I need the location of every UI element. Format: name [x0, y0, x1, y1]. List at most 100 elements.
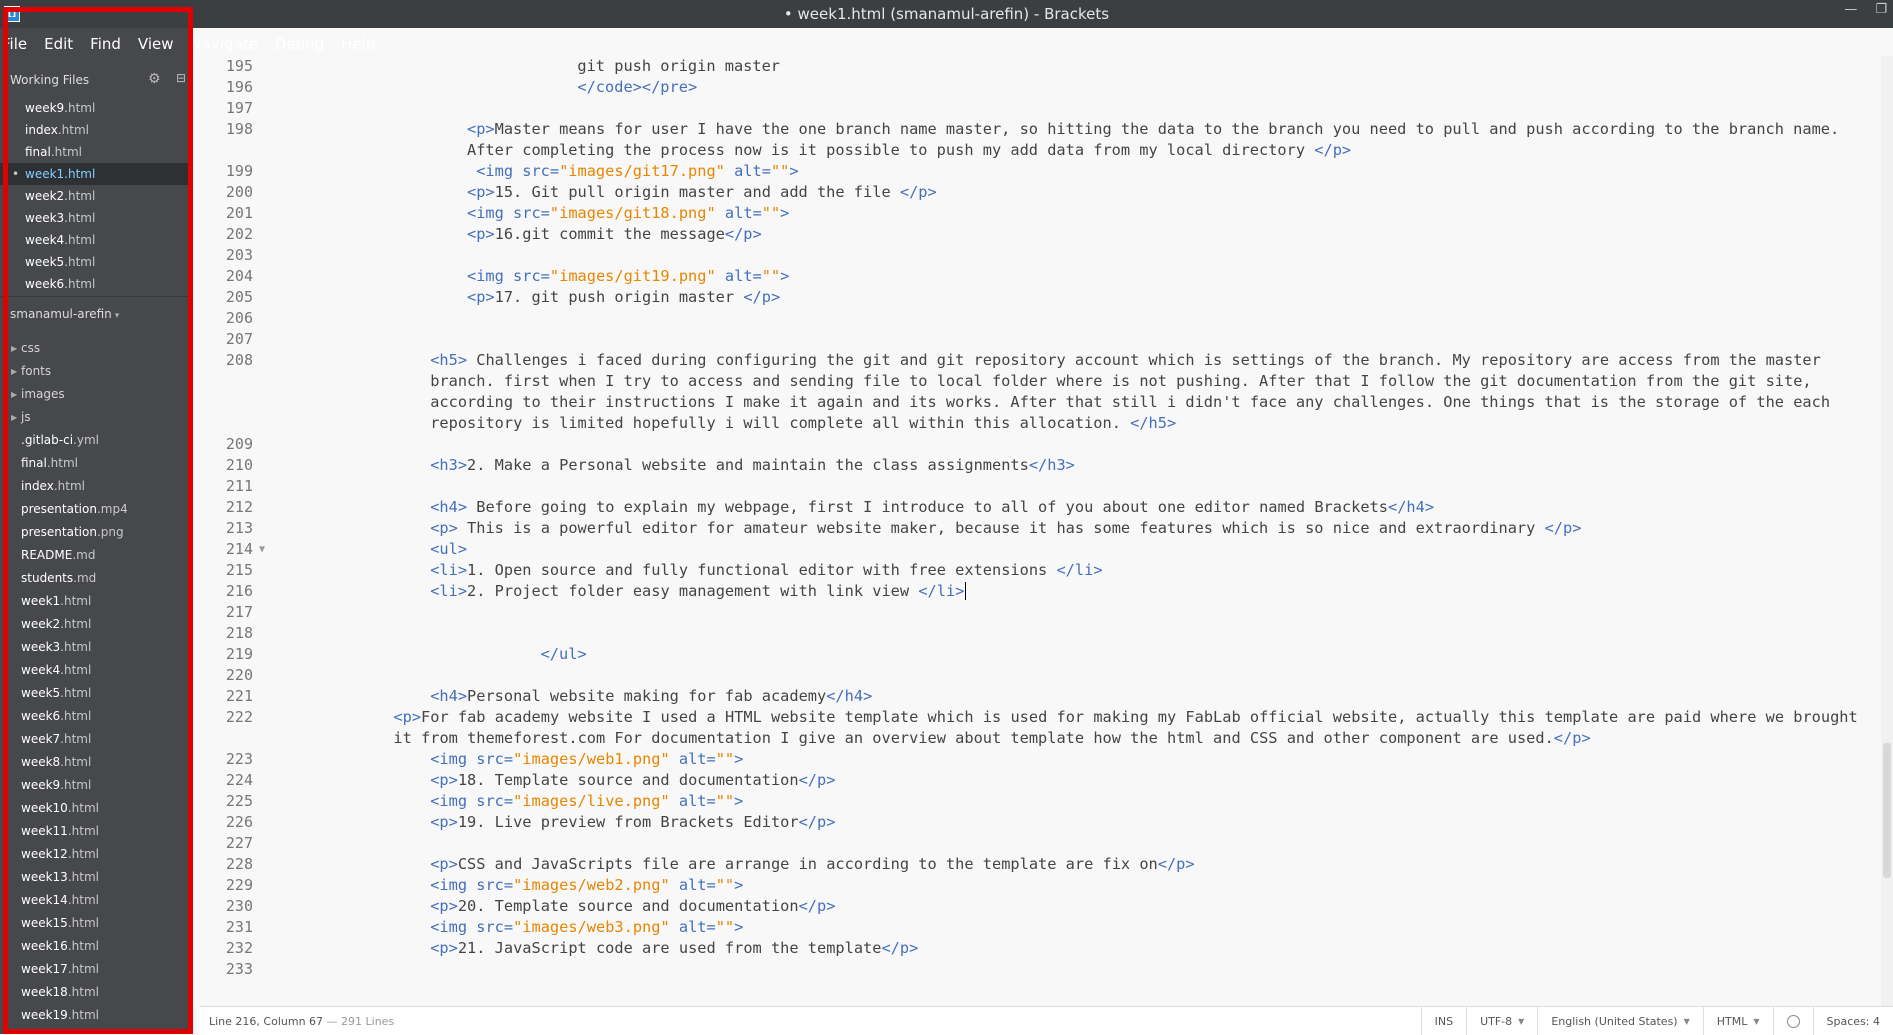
line-number[interactable]: 198 — [199, 119, 253, 140]
tree-file[interactable]: final.html — [0, 452, 193, 475]
code-line[interactable]: 230 <p>20. Template source and documentat… — [199, 896, 1879, 917]
line-number[interactable]: 215 — [199, 560, 253, 581]
code-line[interactable]: 195 git push origin master — [199, 56, 1879, 77]
line-number[interactable]: 195 — [199, 56, 253, 77]
editor-scrollbar[interactable] — [1881, 56, 1893, 1006]
tree-folder[interactable]: ▶ fonts — [0, 360, 193, 383]
working-file-item[interactable]: final.html — [0, 141, 193, 163]
line-number[interactable]: 211 — [199, 476, 253, 497]
code-line[interactable]: 223 <img src="images/web1.png" alt=""> — [199, 749, 1879, 770]
line-number[interactable]: 229 — [199, 875, 253, 896]
tree-file[interactable]: week4.html — [0, 659, 193, 682]
tree-file[interactable]: week1.html — [0, 590, 193, 613]
code-line[interactable]: 198 <p>Master means for user I have the o… — [199, 119, 1879, 161]
code-line[interactable]: 213 <p> This is a powerful editor for ama… — [199, 518, 1879, 539]
code-line[interactable]: 201 <img src="images/git18.png" alt=""> — [199, 203, 1879, 224]
insert-mode-indicator[interactable]: INS — [1420, 1007, 1466, 1035]
line-number[interactable]: 228 — [199, 854, 253, 875]
cursor-position[interactable]: Line 216, Column 67 — 291 Lines — [209, 1015, 394, 1028]
line-number[interactable]: 218 — [199, 623, 253, 644]
chevron-right-icon[interactable]: ▶ — [11, 337, 17, 360]
code-line[interactable]: 232 <p>21. JavaScript code are used from … — [199, 938, 1879, 959]
working-file-item[interactable]: index.html — [0, 119, 193, 141]
tree-file[interactable]: week6.html — [0, 705, 193, 728]
line-number[interactable]: 227 — [199, 833, 253, 854]
line-number[interactable]: 210 — [199, 455, 253, 476]
working-file-item[interactable]: week5.html — [0, 251, 193, 273]
code-line[interactable]: 217 — [199, 602, 1879, 623]
line-number[interactable]: 201 — [199, 203, 253, 224]
line-number[interactable]: 205 — [199, 287, 253, 308]
code-line[interactable]: 215 <li>1. Open source and fully function… — [199, 560, 1879, 581]
chevron-right-icon[interactable]: ▶ — [11, 406, 17, 429]
working-file-item[interactable]: week4.html — [0, 229, 193, 251]
code-line[interactable]: 207 — [199, 329, 1879, 350]
menu-view[interactable]: View — [129, 35, 182, 53]
code-line[interactable]: 196 </code></pre> — [199, 77, 1879, 98]
working-file-item[interactable]: week1.html — [0, 163, 193, 185]
code-editor[interactable]: 195 git push origin master 196 </code></pre… — [199, 56, 1879, 1006]
code-line[interactable]: 211 — [199, 476, 1879, 497]
tree-file[interactable]: week3.html — [0, 636, 193, 659]
code-line[interactable]: 210 <h3>2. Make a Personal website and ma… — [199, 455, 1879, 476]
tree-file[interactable]: index.html — [0, 475, 193, 498]
tree-file[interactable]: week8.html — [0, 751, 193, 774]
project-title[interactable]: smanamul-arefin ▾ — [10, 307, 119, 321]
line-number[interactable]: 231 — [199, 917, 253, 938]
code-line[interactable]: 231 <img src="images/web3.png" alt=""> — [199, 917, 1879, 938]
gear-icon[interactable]: ⚙ — [148, 71, 161, 87]
line-number[interactable]: 203 — [199, 245, 253, 266]
tree-file[interactable]: week13.html — [0, 866, 193, 889]
code-line[interactable]: 216 <li>2. Project folder easy management… — [199, 581, 1879, 602]
tree-file[interactable]: presentation.mp4 — [0, 498, 193, 521]
line-number[interactable]: 225 — [199, 791, 253, 812]
lint-status[interactable] — [1772, 1007, 1813, 1035]
line-number[interactable]: 208 — [199, 350, 253, 371]
code-line[interactable]: 224 <p>18. Template source and documentat… — [199, 770, 1879, 791]
line-number[interactable]: 204 — [199, 266, 253, 287]
code-line[interactable]: 219 </ul> — [199, 644, 1879, 665]
line-number[interactable]: 216 — [199, 581, 253, 602]
menu-navigate[interactable]: Navigate — [182, 35, 266, 53]
chevron-right-icon[interactable]: ▶ — [11, 360, 17, 383]
tree-file[interactable]: week12.html — [0, 843, 193, 866]
line-number[interactable]: 230 — [199, 896, 253, 917]
code-line[interactable]: 214 ▼ <ul> — [199, 539, 1879, 560]
code-line[interactable]: 206 — [199, 308, 1879, 329]
tree-file[interactable]: week14.html — [0, 889, 193, 912]
code-line[interactable]: 200 <p>15. Git pull origin master and add… — [199, 182, 1879, 203]
restore-button[interactable]: ❐ — [1875, 2, 1887, 17]
tree-file[interactable]: week10.html — [0, 797, 193, 820]
code-line[interactable]: 227 — [199, 833, 1879, 854]
line-number[interactable]: 221 — [199, 686, 253, 707]
line-number[interactable]: 220 — [199, 665, 253, 686]
code-line[interactable]: 197 — [199, 98, 1879, 119]
code-line[interactable]: 208 <h5> Challenges i faced during config… — [199, 350, 1879, 434]
working-file-item[interactable]: week6.html — [0, 273, 193, 295]
scrollbar-thumb[interactable] — [1883, 743, 1891, 878]
spellcheck-language-select[interactable]: English (United States) ▼ — [1537, 1007, 1702, 1035]
tree-file[interactable]: week15.html — [0, 912, 193, 935]
code-line[interactable]: 212 <h4> Before going to explain my webpa… — [199, 497, 1879, 518]
tree-file[interactable]: week7.html — [0, 728, 193, 751]
line-number[interactable]: 199 — [199, 161, 253, 182]
tree-file[interactable]: .gitlab-ci.yml — [0, 429, 193, 452]
fold-toggle-icon[interactable]: ▼ — [259, 539, 265, 560]
tree-file[interactable]: week19.html — [0, 1004, 193, 1027]
tree-file[interactable]: week5.html — [0, 682, 193, 705]
line-number[interactable]: 219 — [199, 644, 253, 665]
line-number[interactable]: 217 — [199, 602, 253, 623]
code-line[interactable]: 229 <img src="images/web2.png" alt=""> — [199, 875, 1879, 896]
line-number[interactable]: 213 — [199, 518, 253, 539]
line-number[interactable]: 212 — [199, 497, 253, 518]
code-line[interactable]: 222 <p>For fab academy website I used a H… — [199, 707, 1879, 749]
menu-find[interactable]: Find — [81, 35, 129, 53]
working-file-item[interactable]: week3.html — [0, 207, 193, 229]
tree-file[interactable]: week11.html — [0, 820, 193, 843]
tree-file[interactable]: presentation.png — [0, 521, 193, 544]
code-line[interactable]: 209 — [199, 434, 1879, 455]
line-number[interactable]: 197 — [199, 98, 253, 119]
indent-spaces[interactable]: Spaces: 4 — [1812, 1007, 1893, 1035]
menu-edit[interactable]: Edit — [35, 35, 81, 53]
code-line[interactable]: 225 <img src="images/live.png" alt=""> — [199, 791, 1879, 812]
